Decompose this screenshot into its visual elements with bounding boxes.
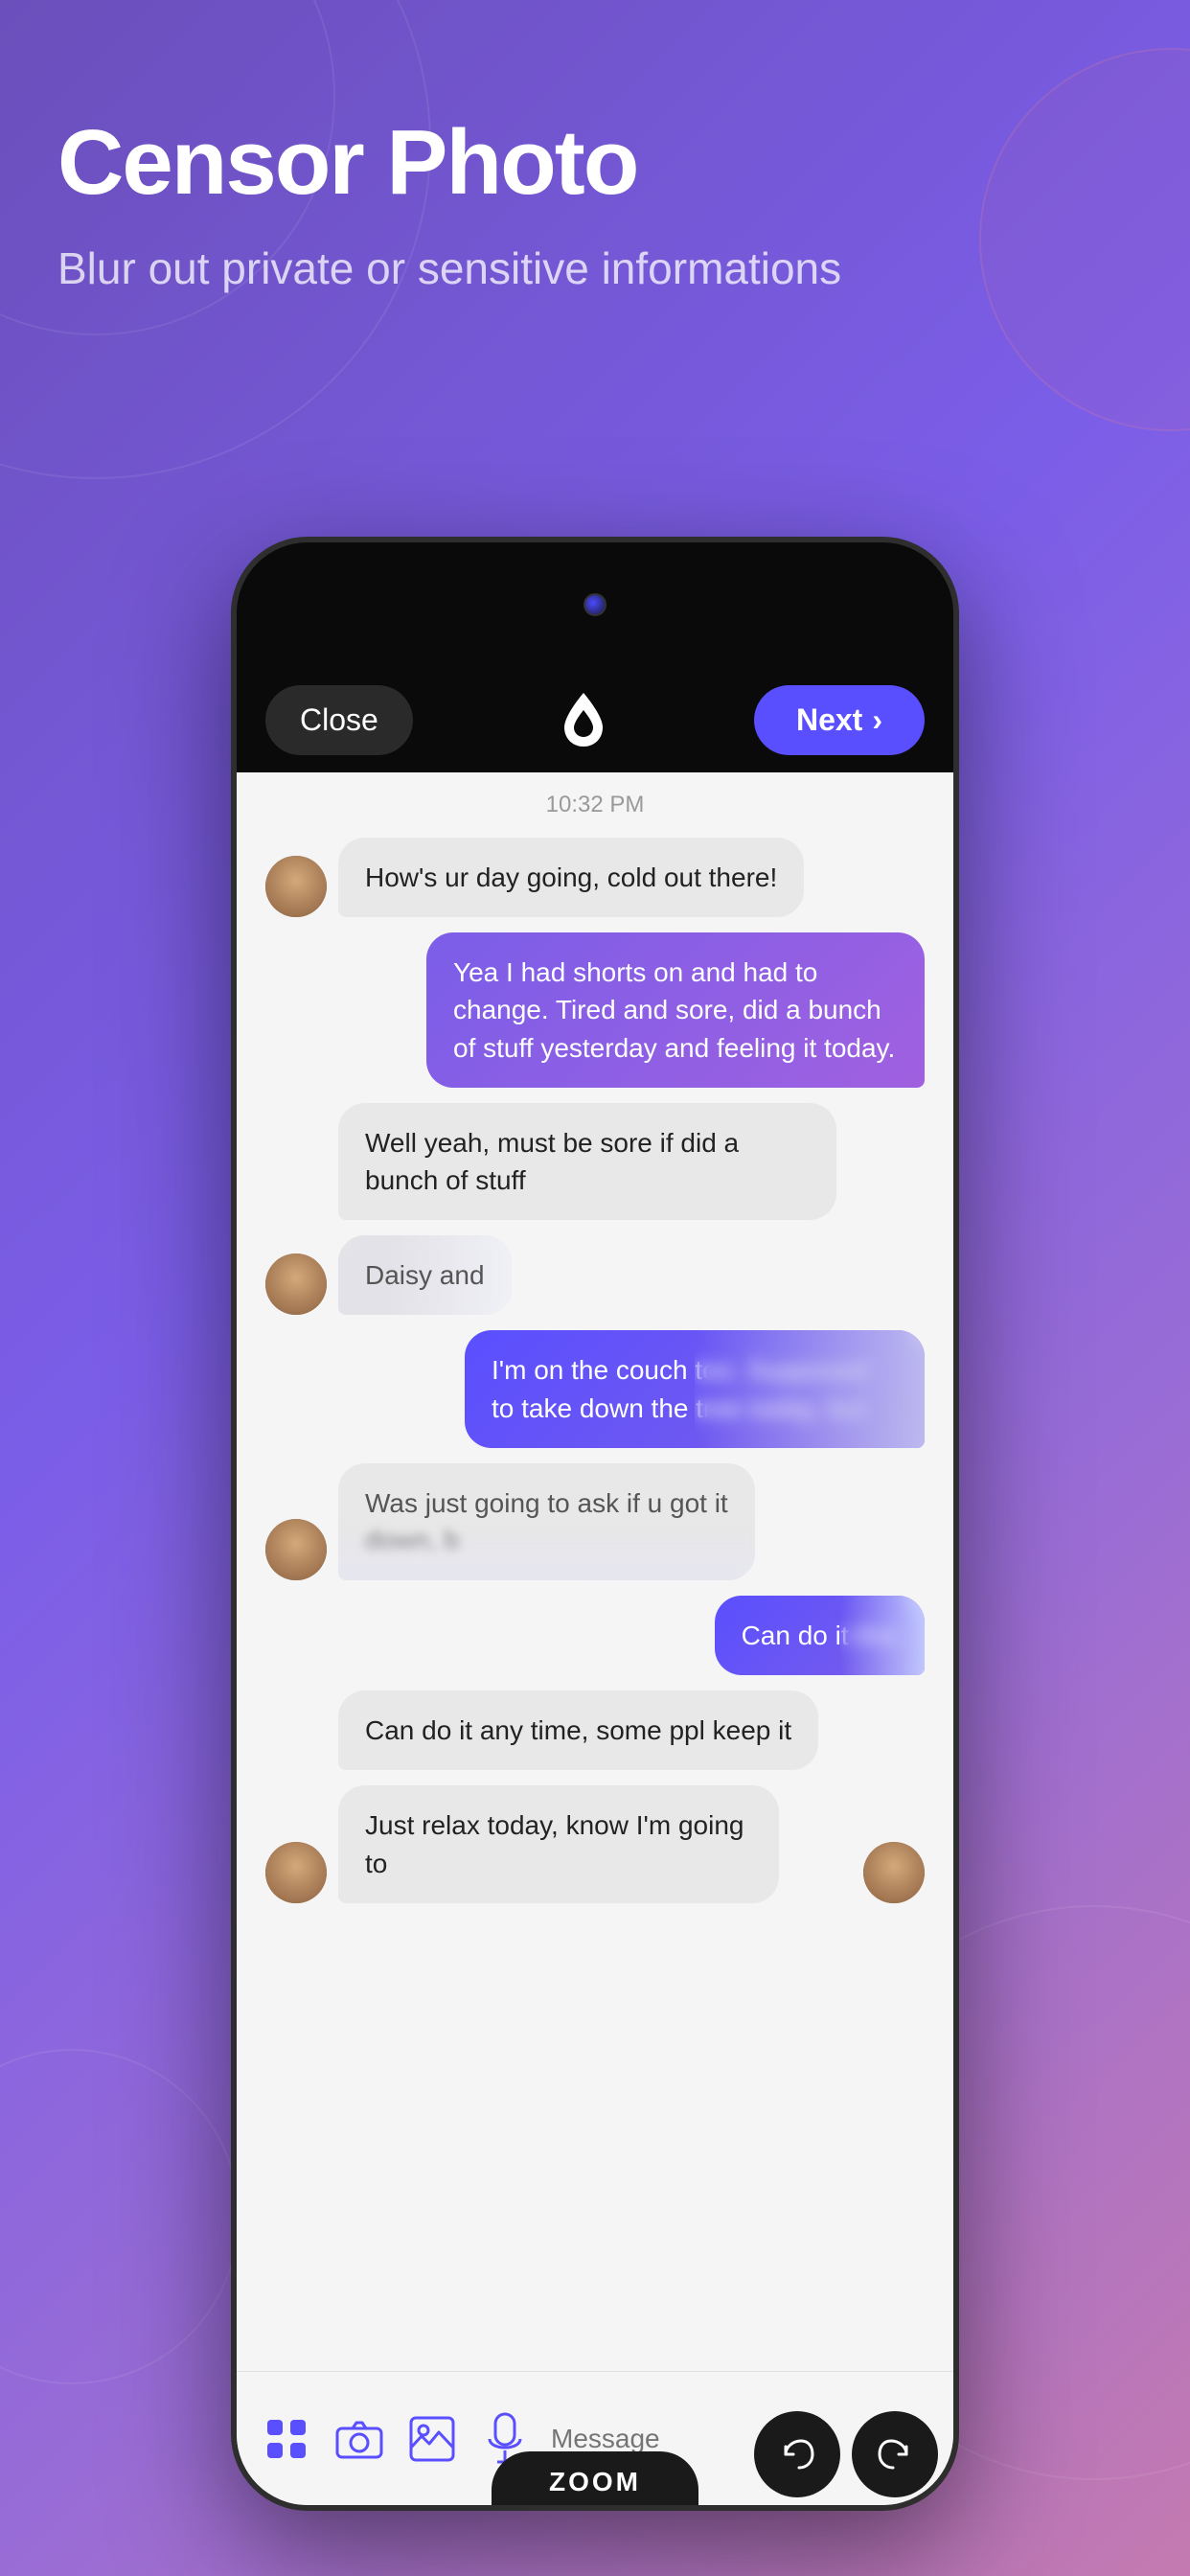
message-text-2: Yea I had shorts on and had to change. T… bbox=[453, 957, 895, 1062]
camera-svg bbox=[335, 2419, 383, 2459]
message-bubble-7-container: Can do it this bbox=[715, 1596, 925, 1675]
toolbar-center-icon bbox=[555, 691, 612, 748]
message-row-7: Can do it this bbox=[265, 1596, 925, 1675]
app-toolbar: Close Next › bbox=[237, 667, 953, 772]
avatar-face-6 bbox=[265, 1519, 327, 1580]
undo-redo-container bbox=[754, 2411, 938, 2497]
message-bubble-1: How's ur day going, cold out there! bbox=[338, 838, 804, 917]
message-bubble-3: Well yeah, must be sore if did a bunch o… bbox=[338, 1103, 836, 1220]
page-subtitle: Blur out private or sensitive informatio… bbox=[57, 241, 1133, 298]
grip-dots bbox=[267, 2420, 306, 2458]
blur-overlay-7 bbox=[840, 1596, 925, 1675]
message-row-5: I'm on the couch too. Supposed to take d… bbox=[265, 1330, 925, 1447]
avatar-face-9b bbox=[863, 1842, 925, 1903]
phone-notch bbox=[237, 542, 953, 667]
message-text-9: Just relax today, know I'm going to bbox=[365, 1810, 744, 1877]
next-chevron-icon: › bbox=[872, 702, 882, 738]
grip-dot-3 bbox=[267, 2443, 283, 2458]
blur-text-4: Daisy and bbox=[338, 1235, 512, 1315]
chat-area: 10:32 PM How's ur day going, cold out th… bbox=[237, 772, 953, 2505]
page-title: Censor Photo bbox=[57, 115, 1133, 212]
avatar-1 bbox=[265, 856, 327, 917]
header-section: Censor Photo Blur out private or sensiti… bbox=[57, 115, 1133, 298]
chat-timestamp: 10:32 PM bbox=[237, 772, 953, 828]
avatar-face-4 bbox=[265, 1254, 327, 1315]
image-svg bbox=[408, 2415, 456, 2463]
blur-overlay-5 bbox=[695, 1330, 925, 1447]
zoom-label: ZOOM bbox=[549, 2467, 641, 2496]
message-bubble-5-container: I'm on the couch too. Supposed to take d… bbox=[465, 1330, 925, 1447]
redo-button[interactable] bbox=[852, 2411, 938, 2497]
avatar-9 bbox=[265, 1842, 327, 1903]
message-row-9: Just relax today, know I'm going to bbox=[265, 1785, 925, 1902]
message-bubble-8: Can do it any time, some ppl keep it bbox=[338, 1690, 818, 1770]
avatar-9b bbox=[863, 1842, 925, 1903]
camera-dot bbox=[584, 593, 606, 616]
message-bubble-4-container: Daisy and Daisy and bbox=[338, 1235, 512, 1315]
phone-frame: Close Next › 10:32 PM bbox=[231, 537, 959, 2511]
message-bubble-9: Just relax today, know I'm going to bbox=[338, 1785, 779, 1902]
message-text-1: How's ur day going, cold out there! bbox=[365, 862, 777, 892]
zoom-bar: ZOOM bbox=[492, 2451, 698, 2505]
message-row-2: Yea I had shorts on and had to change. T… bbox=[265, 932, 925, 1088]
image-icon[interactable] bbox=[405, 2412, 459, 2466]
avatar-4 bbox=[265, 1254, 327, 1315]
message-row-8: Can do it any time, some ppl keep it bbox=[265, 1690, 925, 1770]
grid-icon[interactable] bbox=[260, 2412, 313, 2466]
grip-dot-4 bbox=[290, 2443, 306, 2458]
message-bubble-2: Yea I had shorts on and had to change. T… bbox=[426, 932, 925, 1088]
redo-icon bbox=[876, 2435, 914, 2473]
phone-mockup: Close Next › 10:32 PM bbox=[231, 537, 959, 2511]
undo-button[interactable] bbox=[754, 2411, 840, 2497]
blur-overlay-6 bbox=[338, 1522, 755, 1580]
water-drop-icon bbox=[560, 691, 607, 748]
message-row-3: Well yeah, must be sore if did a bunch o… bbox=[265, 1103, 925, 1220]
avatar-face-1 bbox=[265, 856, 327, 917]
message-row-4: Daisy and Daisy and bbox=[265, 1235, 925, 1315]
message-row-1: How's ur day going, cold out there! bbox=[265, 838, 925, 917]
messages-container: How's ur day going, cold out there! Yea … bbox=[237, 828, 953, 1928]
avatar-face-9 bbox=[265, 1842, 327, 1903]
camera-icon[interactable] bbox=[332, 2412, 386, 2466]
next-button[interactable]: Next › bbox=[754, 685, 925, 755]
close-button[interactable]: Close bbox=[265, 685, 413, 755]
message-text-8: Can do it any time, some ppl keep it bbox=[365, 1715, 791, 1745]
grip-dot-2 bbox=[290, 2420, 306, 2435]
message-text-3: Well yeah, must be sore if did a bunch o… bbox=[365, 1128, 739, 1195]
message-row-6: Was just going to ask if u got itdown, b bbox=[265, 1463, 925, 1580]
grip-dot-1 bbox=[267, 2420, 283, 2435]
avatar-6 bbox=[265, 1519, 327, 1580]
undo-icon bbox=[778, 2435, 816, 2473]
message-bubble-6-container: Was just going to ask if u got itdown, b bbox=[338, 1463, 755, 1580]
